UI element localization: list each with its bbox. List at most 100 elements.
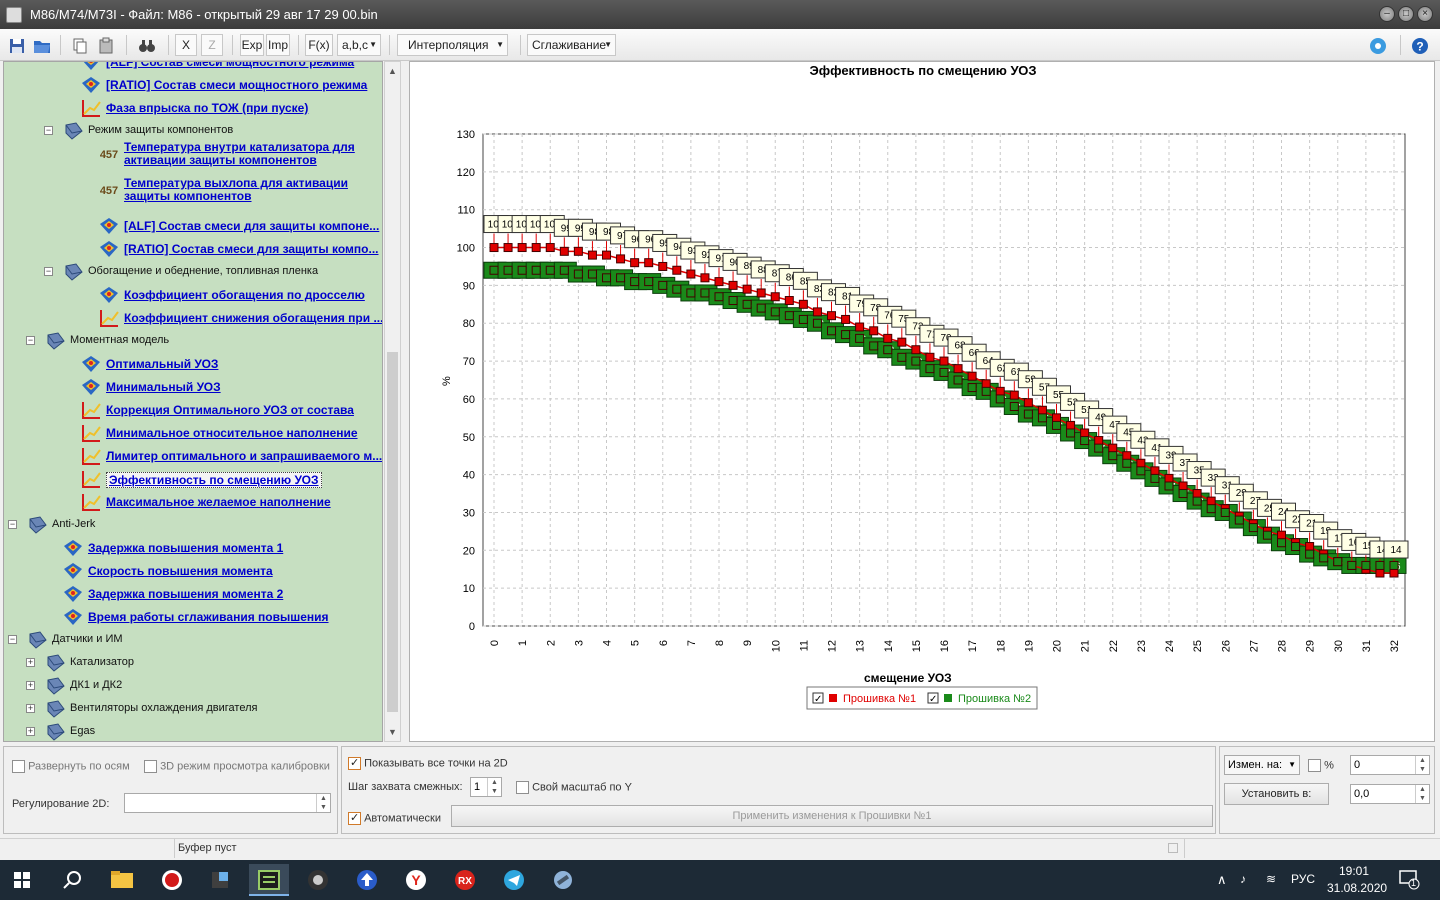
series1-point[interactable] [1052,413,1061,423]
series1-point[interactable] [602,250,611,260]
tree-item[interactable]: Оптимальный УОЗ [4,353,382,375]
tools-app-icon[interactable] [543,864,583,896]
x-axis-button[interactable]: X [175,34,197,56]
auto-checkbox[interactable] [348,811,361,825]
series2-point[interactable] [770,307,780,317]
tree-item[interactable]: Задержка повышения момента 2 [4,583,382,605]
tree-folder[interactable]: + Egas [4,721,382,741]
series2-point[interactable] [517,265,527,275]
tree-item[interactable]: Эффективность по смещению УОЗ [4,468,382,490]
series1-point[interactable] [503,243,513,253]
series2-point[interactable] [1248,523,1258,533]
set-value-button[interactable]: Установить в: [1224,783,1329,805]
series2-point[interactable] [897,352,907,362]
percent-option[interactable]: % [1308,759,1334,772]
collapse-toggle-icon[interactable]: − [26,336,35,345]
series2-point[interactable] [812,318,822,328]
file-explorer-icon[interactable] [102,864,142,896]
interpolation-dropdown[interactable]: Интерполяция ▼ [397,34,508,56]
series1-point[interactable] [1277,530,1286,540]
expand-toggle-icon[interactable]: + [26,704,35,713]
series2-point[interactable] [714,292,724,302]
upload-app-icon[interactable] [347,864,387,896]
settings-gear-icon[interactable] [1366,34,1390,56]
series1-point[interactable] [587,250,597,260]
series2-point[interactable] [1262,530,1272,540]
series2-point[interactable] [1009,401,1019,411]
series1-point[interactable] [1136,458,1146,468]
abc-dropdown[interactable]: a,b,c ▼ [337,34,381,56]
volume-icon[interactable]: ♪ [1240,872,1246,886]
tree-item[interactable]: Коэффициент обогащения по дросселю [4,284,382,306]
series1-point[interactable] [1009,390,1019,400]
series2-point[interactable] [756,303,766,313]
tree-item[interactable]: 457 Температура выхлопа для активации защи… [4,177,382,203]
series1-point[interactable] [925,352,935,362]
series2-point[interactable] [1023,409,1033,419]
series1-point[interactable] [883,333,893,343]
series1-point[interactable] [1206,496,1216,506]
series2-point[interactable] [489,265,499,275]
series2-point[interactable] [939,367,949,377]
series1-point[interactable] [1037,405,1047,415]
series1-point[interactable] [1150,466,1160,476]
save-icon[interactable] [6,34,28,56]
change-value-input[interactable]: 0 ▲ ▼ [1350,755,1430,775]
tree-item[interactable]: [RATIO] Состав смеси для защиты компо... [4,238,382,260]
series1-point[interactable] [911,345,921,355]
series2-point[interactable] [531,265,541,275]
series1-point[interactable] [742,284,752,294]
series1-point[interactable] [644,258,654,268]
tree-item[interactable]: [ALF] Состав смеси для защиты компоне... [4,215,382,237]
app-tiles-icon[interactable] [200,864,240,896]
series1-point[interactable] [686,269,696,279]
series2-point[interactable] [644,277,654,287]
series1-point[interactable] [981,379,991,389]
series1-point[interactable] [770,292,780,302]
step-spinner[interactable]: ▲ ▼ [487,778,501,796]
series2-point[interactable] [1361,560,1371,570]
series2-point[interactable] [559,265,569,275]
collapse-toggle-icon[interactable]: − [44,267,53,276]
expand-toggle-icon[interactable]: + [26,681,35,690]
series1-point[interactable] [1389,568,1399,578]
tree-item[interactable]: Коэффициент снижения обогащения при ... [4,307,382,329]
expand-toggle-icon[interactable]: + [26,658,35,667]
series2-point[interactable] [869,341,879,351]
series2-point[interactable] [1122,458,1132,468]
reg2d-combobox[interactable]: ▲ ▼ [124,793,331,813]
function-button[interactable]: F(x) [305,34,333,56]
series2-point[interactable] [841,330,851,340]
series2-point[interactable] [1333,557,1343,567]
tree-item[interactable]: 457 Температура внутри катализатора для ак… [4,141,382,167]
collapse-toggle-icon[interactable]: − [8,635,17,644]
series2-point[interactable] [602,273,611,283]
tray-chevron-icon[interactable]: ∧ [1217,872,1227,888]
expand-axes-option[interactable]: Развернуть по осям [12,760,130,773]
tree-folder[interactable]: + Катализатор [4,652,382,674]
change-mode-dropdown[interactable]: Измен. на: ▼ [1224,755,1300,775]
car-app-icon[interactable] [298,864,338,896]
series1-point[interactable] [728,280,738,290]
expand-toggle-icon[interactable]: + [26,727,35,736]
show-all-points-checkbox[interactable] [348,756,361,770]
active-app-icon[interactable] [249,864,289,896]
series2-point[interactable] [1136,466,1146,476]
tree-folder[interactable]: + ДК1 и ДК2 [4,675,382,697]
rx-app-icon[interactable]: RX [445,864,485,896]
series1-point[interactable] [545,243,555,253]
change-spinner[interactable]: ▲ ▼ [1415,756,1429,774]
tree-item[interactable]: Скорость повышения момента [4,560,382,582]
series2-point[interactable] [616,273,626,283]
series2-point[interactable] [672,284,682,294]
tree-folder[interactable]: − Обогащение и обеднение, топливная пленк… [4,261,382,283]
series2-point[interactable] [686,288,696,298]
series2-point[interactable] [728,296,738,306]
set-spinner[interactable]: ▲ ▼ [1415,785,1429,803]
maximize-button[interactable]: □ [1398,6,1414,22]
series1-point[interactable] [1122,451,1132,461]
series1-point[interactable] [531,243,541,253]
search-icon[interactable] [52,864,92,896]
series2-point[interactable] [1375,560,1385,570]
show-all-points-option[interactable]: Показывать все точки на 2D [348,756,508,770]
